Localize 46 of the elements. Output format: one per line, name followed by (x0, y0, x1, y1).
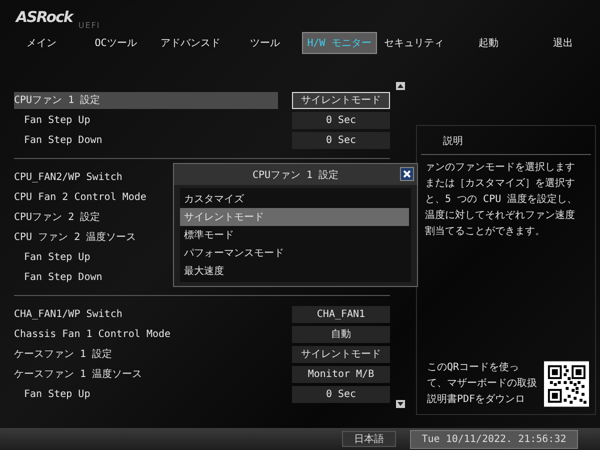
description-text: 温度に対してそれぞれファン速度 (425, 209, 576, 223)
qr-caption: このQRコードを使って、マザーボードの取扱説明書PDFをダウンロ (427, 361, 538, 407)
menu-tab[interactable]: 起動 (451, 32, 526, 54)
dialog-option[interactable]: パフォーマンスモード (180, 244, 409, 262)
description-title: 説明 (421, 126, 591, 155)
dialog-option[interactable]: サイレントモード (180, 208, 409, 226)
description-text: または［カスタマイズ］を選択す (425, 177, 576, 191)
scroll-up-icon[interactable] (396, 82, 405, 90)
setting-value-button[interactable]: Monitor M/B (292, 366, 390, 382)
qr-code-icon (544, 361, 589, 407)
setting-value-button[interactable]: 0 Sec (292, 132, 390, 148)
dialog-option[interactable]: 標準モード (180, 226, 409, 244)
close-icon (403, 170, 411, 178)
setting-label[interactable]: ケースファン 1 設定 (14, 346, 278, 362)
language-button[interactable]: 日本語 (342, 431, 396, 447)
date-time-display: Tue 10/11/2022. 21:56:32 (410, 430, 578, 448)
setting-value-button[interactable]: 自動 (292, 326, 390, 342)
setting-value-button[interactable]: サイレントモード (292, 346, 390, 362)
dialog-option[interactable]: カスタマイズ (180, 190, 409, 208)
setting-label[interactable]: Fan Step Up (14, 386, 278, 402)
setting-label[interactable]: CPUファン 1 設定 (14, 92, 278, 108)
description-text: ァンのファンモードを選択します (425, 161, 576, 175)
menu-tab[interactable]: 退出 (526, 32, 600, 54)
setting-label[interactable]: CHA_FAN1/WP Switch (14, 306, 278, 322)
setting-label[interactable]: Fan Step Down (14, 132, 278, 148)
close-button[interactable] (400, 167, 414, 181)
setting-value-button[interactable]: 0 Sec (292, 112, 390, 128)
scroll-down-icon[interactable] (396, 400, 405, 408)
dialog-option[interactable]: 最大速度 (180, 262, 409, 280)
dialog-title: CPUファン 1 設定 (174, 164, 417, 185)
setting-label[interactable]: Chassis Fan 1 Control Mode (14, 326, 278, 342)
uefi-label: UEFI (78, 21, 100, 30)
menu-tab[interactable]: ツール (228, 32, 302, 54)
menu-tab[interactable]: H/W モニター (302, 32, 376, 54)
menu-tab[interactable]: アドバンスド (153, 32, 228, 54)
setting-value-button[interactable]: サイレントモード (292, 92, 390, 108)
setting-label[interactable]: Fan Step Up (14, 112, 278, 128)
description-text: 割当てることができます。 (425, 225, 546, 239)
menu-tab[interactable]: OCツール (78, 32, 153, 54)
menu-tab[interactable]: セキュリティ (376, 32, 451, 54)
menu-tab[interactable]: メイン (4, 32, 78, 54)
setting-label[interactable]: ケースファン 1 温度ソース (14, 366, 278, 382)
description-text: と、5 つの CPU 温度を設定し、 (425, 193, 578, 207)
brand-logo: ASRock (16, 8, 72, 26)
setting-value-button[interactable]: CHA_FAN1 (292, 306, 390, 322)
setting-value-button[interactable]: 0 Sec (292, 386, 390, 402)
